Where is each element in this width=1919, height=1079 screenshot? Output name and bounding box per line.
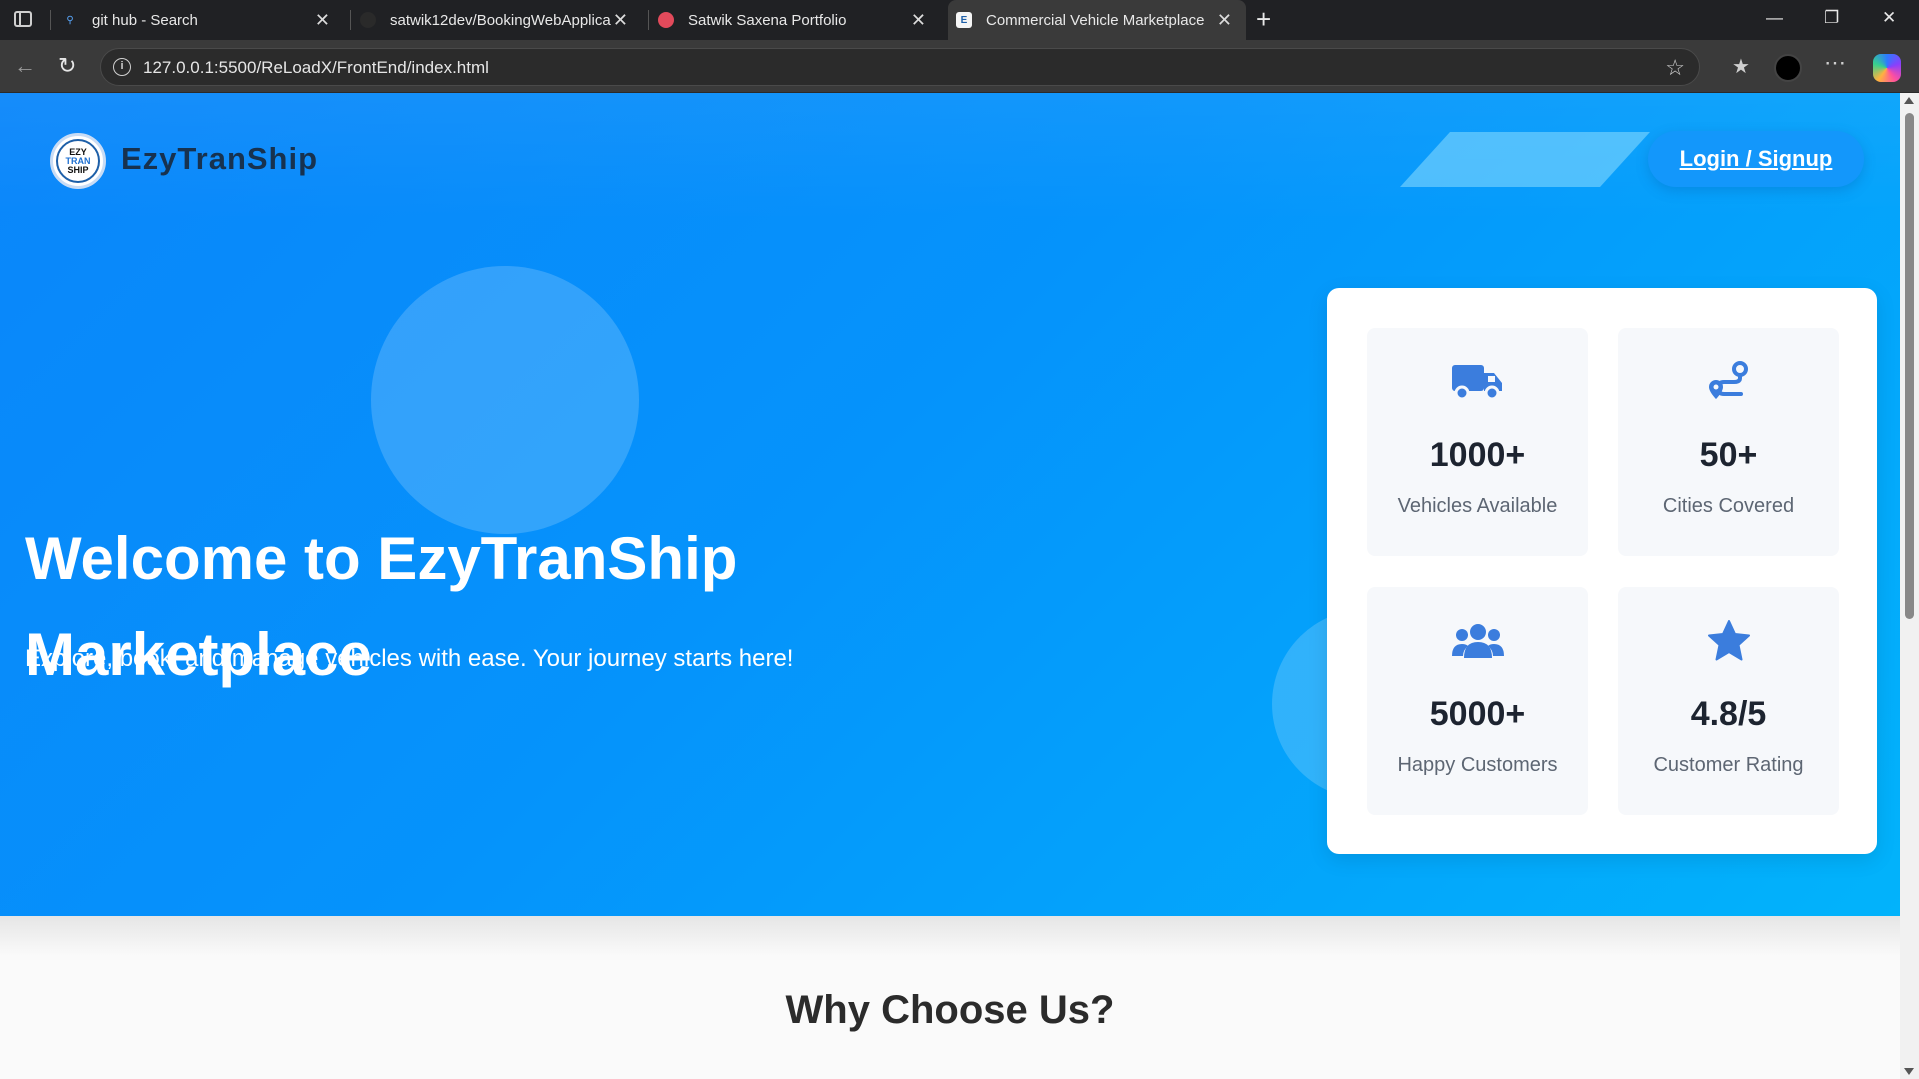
tab-title: Commercial Vehicle Marketplace (986, 11, 1205, 29)
favorites-icon[interactable]: ★ (1732, 54, 1750, 79)
profile-avatar[interactable] (1774, 54, 1802, 82)
refresh-icon[interactable]: ↻ (58, 53, 76, 79)
stat-cities: 50+ Cities Covered (1618, 328, 1839, 556)
scroll-up-icon[interactable] (1904, 97, 1914, 104)
portfolio-icon (658, 12, 674, 28)
address-bar[interactable]: i 127.0.0.1:5500/ReLoadX/FrontEnd/index.… (100, 48, 1700, 86)
info-icon[interactable]: i (113, 58, 131, 76)
stat-label: Cities Covered (1662, 495, 1795, 517)
tab-separator (648, 10, 649, 30)
minimize-icon[interactable]: — (1766, 8, 1783, 28)
stats-card: 1000+ Vehicles Available 50+ Cities Cove… (1327, 288, 1877, 854)
close-icon[interactable]: ✕ (613, 10, 628, 31)
stat-label: Vehicles Available (1397, 495, 1558, 517)
brand-name[interactable]: EzyTranShip (121, 141, 318, 177)
new-tab-button[interactable]: + (1256, 4, 1271, 35)
users-icon (1451, 619, 1504, 663)
page-viewport: EZY TRAN SHIP EzyTranShip Login / Signup… (0, 93, 1900, 1079)
browser-tab-bar: ⚲ git hub - Search ✕ satwik12dev/Booking… (0, 0, 1919, 40)
why-choose-us-title: Why Choose Us? (785, 988, 1115, 1032)
search-icon: ⚲ (66, 14, 74, 26)
scroll-down-icon[interactable] (1904, 1068, 1914, 1075)
logo-line: SHIP (67, 164, 89, 175)
login-signup-button[interactable]: Login / Signup (1648, 131, 1864, 187)
tab-title: satwik12dev/BookingWebApplica (390, 11, 611, 29)
stat-vehicles: 1000+ Vehicles Available (1367, 328, 1588, 556)
close-icon[interactable]: ✕ (315, 10, 330, 31)
close-window-icon[interactable]: ✕ (1882, 8, 1896, 28)
back-icon[interactable]: ← (14, 53, 36, 79)
stat-value: 50+ (1699, 436, 1758, 474)
hero-subtitle: Explore, book, and manage vehicles with … (25, 645, 794, 672)
stat-customers: 5000+ Happy Customers (1367, 587, 1588, 815)
url-text[interactable]: 127.0.0.1:5500/ReLoadX/FrontEnd/index.ht… (143, 58, 489, 78)
stat-rating: 4.8/5 Customer Rating (1618, 587, 1839, 815)
tab-separator (350, 10, 351, 30)
stat-value: 4.8/5 (1690, 695, 1767, 733)
copilot-icon[interactable] (1873, 54, 1901, 82)
address-toolbar: ← ↻ i 127.0.0.1:5500/ReLoadX/FrontEnd/in… (0, 40, 1919, 93)
more-options-icon[interactable]: ⋯ (1824, 50, 1846, 76)
site-logo[interactable]: EZY TRAN SHIP (50, 133, 106, 189)
close-icon[interactable]: ✕ (1217, 10, 1232, 31)
site-logo-icon: E (956, 12, 972, 28)
tab-github-repo[interactable]: satwik12dev/BookingWebApplica ✕ (360, 0, 642, 40)
star-icon (1707, 619, 1751, 663)
tab-portfolio[interactable]: Satwik Saxena Portfolio ✕ (658, 0, 940, 40)
stat-label: Happy Customers (1397, 754, 1558, 776)
stat-value: 5000+ (1429, 695, 1526, 733)
stat-value: 1000+ (1429, 436, 1526, 474)
tab-git-hub-search[interactable]: ⚲ git hub - Search ✕ (62, 0, 344, 40)
github-icon (360, 12, 376, 28)
decorative-circle (371, 266, 639, 534)
logo-badge: EZY TRAN SHIP (56, 139, 100, 183)
close-icon[interactable]: ✕ (911, 10, 926, 31)
hero-title: Welcome to EzyTranShip Marketplace (25, 525, 738, 688)
tab-separator (50, 10, 51, 30)
scrollbar-thumb[interactable] (1905, 113, 1914, 619)
tab-marketplace[interactable]: E Commercial Vehicle Marketplace ✕ (948, 0, 1246, 40)
section-divider (0, 916, 1900, 956)
truck-icon (1451, 360, 1504, 404)
sidebar-toggle-icon[interactable] (14, 11, 32, 27)
restore-icon[interactable]: ❐ (1824, 8, 1839, 28)
hero-section: EZY TRAN SHIP EzyTranShip Login / Signup… (0, 93, 1900, 916)
favorite-star-icon[interactable]: ☆ (1665, 55, 1685, 81)
tab-title: Satwik Saxena Portfolio (688, 11, 847, 29)
route-icon (1707, 360, 1751, 404)
page-scrollbar[interactable] (1900, 93, 1919, 1079)
stat-label: Customer Rating (1653, 754, 1804, 776)
tab-title: git hub - Search (92, 11, 198, 29)
